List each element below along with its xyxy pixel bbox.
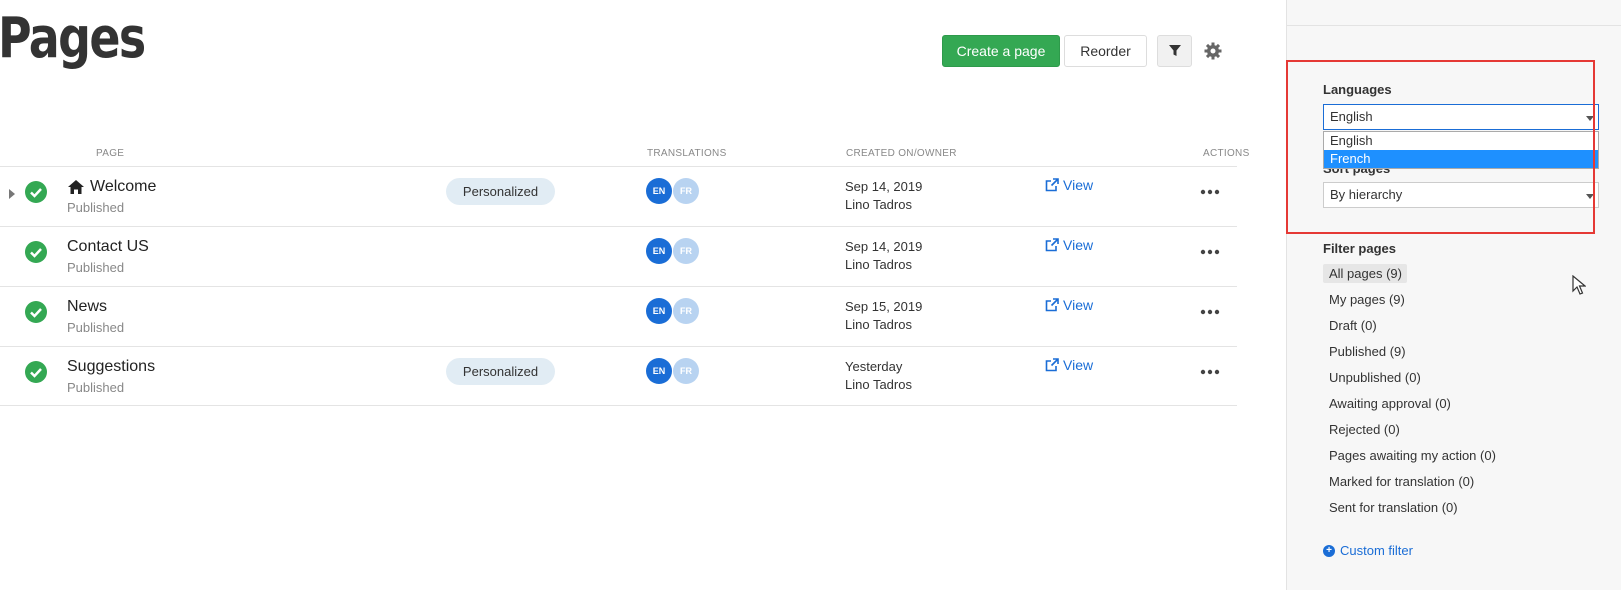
created-owner: Lino Tadros <box>845 197 912 212</box>
languages-select-value: English <box>1330 109 1373 124</box>
page-status: Published <box>67 380 125 395</box>
page-title-cell[interactable]: Welcome <box>67 178 156 196</box>
created-info: Sep 14, 2019 Lino Tadros <box>845 178 922 214</box>
table-row[interactable]: Welcome Published Personalized EN FR Sep… <box>0 166 1237 226</box>
created-owner: Lino Tadros <box>845 257 912 272</box>
custom-filter-label[interactable]: Custom filter <box>1340 543 1413 558</box>
page-status: Published <box>67 200 125 215</box>
filter-all-pages[interactable]: All pages (9) <box>1323 264 1407 283</box>
column-header-actions: ACTIONS <box>1203 148 1250 159</box>
sort-pages-select-value: By hierarchy <box>1330 187 1403 202</box>
external-link-icon <box>1045 238 1059 252</box>
created-info: Sep 15, 2019 Lino Tadros <box>845 298 922 334</box>
published-check-icon <box>25 241 47 263</box>
reorder-button[interactable]: Reorder <box>1064 35 1147 67</box>
page-title: Pages <box>0 6 146 71</box>
created-date: Yesterday <box>845 359 903 374</box>
created-owner: Lino Tadros <box>845 377 912 392</box>
filter-published[interactable]: Published (9) <box>1323 342 1411 361</box>
filter-button[interactable] <box>1157 35 1192 67</box>
filter-sent-for-translation[interactable]: Sent for translation (0) <box>1323 498 1463 517</box>
page-name[interactable]: Suggestions <box>67 358 155 376</box>
table-row[interactable]: News Published EN FR Sep 15, 2019 Lino T… <box>0 286 1237 346</box>
view-link[interactable]: View <box>1045 357 1093 373</box>
column-header-created: CREATED ON/OWNER <box>846 148 957 159</box>
created-date: Sep 14, 2019 <box>845 179 923 194</box>
page-title-cell[interactable]: News <box>67 298 107 316</box>
more-actions-icon[interactable] <box>1200 369 1220 375</box>
plus-circle-icon: + <box>1323 544 1335 557</box>
language-badge-en[interactable]: EN <box>646 298 672 324</box>
page-title-cell[interactable]: Contact US <box>67 238 149 256</box>
personalized-badge: Personalized <box>446 358 555 385</box>
page-status: Published <box>67 260 125 275</box>
language-option-english[interactable]: English <box>1324 132 1598 150</box>
more-actions-icon[interactable] <box>1200 189 1220 195</box>
view-label[interactable]: View <box>1063 177 1093 193</box>
filter-awaiting-approval[interactable]: Awaiting approval (0) <box>1323 394 1456 413</box>
home-icon <box>68 180 84 194</box>
filter-sidebar: Languages English Sort pages By hierarch… <box>1286 0 1621 590</box>
language-option-french[interactable]: French <box>1324 150 1598 168</box>
published-check-icon <box>25 181 47 203</box>
more-actions-icon[interactable] <box>1200 249 1220 255</box>
created-owner: Lino Tadros <box>845 317 912 332</box>
created-info: Yesterday Lino Tadros <box>845 358 912 394</box>
expand-caret-icon[interactable] <box>9 189 15 199</box>
language-badge-fr[interactable]: FR <box>673 178 699 204</box>
language-badge-fr[interactable]: FR <box>673 238 699 264</box>
language-badge-fr[interactable]: FR <box>673 298 699 324</box>
view-link[interactable]: View <box>1045 237 1093 253</box>
languages-dropdown[interactable]: English French <box>1323 131 1599 169</box>
language-badge-en[interactable]: EN <box>646 178 672 204</box>
filter-pages-label: Filter pages <box>1323 241 1396 256</box>
sidebar-divider <box>1287 25 1621 26</box>
mouse-cursor-icon <box>1572 275 1586 295</box>
external-link-icon <box>1045 178 1059 192</box>
view-label[interactable]: View <box>1063 357 1093 373</box>
table-row[interactable]: Contact US Published EN FR Sep 14, 2019 … <box>0 226 1237 286</box>
column-header-translations: TRANSLATIONS <box>647 148 727 159</box>
view-label[interactable]: View <box>1063 297 1093 313</box>
external-link-icon <box>1045 298 1059 312</box>
gear-icon[interactable] <box>1203 41 1223 61</box>
page-name[interactable]: Welcome <box>90 178 156 196</box>
page-name[interactable]: News <box>67 298 107 316</box>
created-info: Sep 14, 2019 Lino Tadros <box>845 238 922 274</box>
main-content: Pages Create a page Reorder PAGE TRANSLA… <box>0 0 1286 590</box>
more-actions-icon[interactable] <box>1200 309 1220 315</box>
custom-filter-link[interactable]: + Custom filter <box>1323 543 1413 558</box>
page-name[interactable]: Contact US <box>67 238 149 256</box>
page-status: Published <box>67 320 125 335</box>
column-header-page: PAGE <box>96 148 125 159</box>
page-title-cell[interactable]: Suggestions <box>67 358 155 376</box>
language-badge-en[interactable]: EN <box>646 238 672 264</box>
published-check-icon <box>25 301 47 323</box>
language-badge-en[interactable]: EN <box>646 358 672 384</box>
filter-icon <box>1168 45 1181 56</box>
published-check-icon <box>25 361 47 383</box>
view-label[interactable]: View <box>1063 237 1093 253</box>
chevron-down-icon <box>1586 116 1594 121</box>
sort-pages-select[interactable]: By hierarchy <box>1323 182 1599 208</box>
view-link[interactable]: View <box>1045 177 1093 193</box>
language-badge-fr[interactable]: FR <box>673 358 699 384</box>
filter-unpublished[interactable]: Unpublished (0) <box>1323 368 1426 387</box>
filter-draft[interactable]: Draft (0) <box>1323 316 1382 335</box>
chevron-down-icon <box>1586 194 1594 199</box>
created-date: Sep 15, 2019 <box>845 299 923 314</box>
created-date: Sep 14, 2019 <box>845 239 923 254</box>
filter-rejected[interactable]: Rejected (0) <box>1323 420 1405 439</box>
filter-my-pages[interactable]: My pages (9) <box>1323 290 1410 309</box>
external-link-icon <box>1045 358 1059 372</box>
languages-label: Languages <box>1323 82 1392 97</box>
view-link[interactable]: View <box>1045 297 1093 313</box>
languages-select[interactable]: English <box>1323 104 1599 130</box>
filter-awaiting-my-action[interactable]: Pages awaiting my action (0) <box>1323 446 1501 465</box>
table-row[interactable]: Suggestions Published Personalized EN FR… <box>0 346 1237 406</box>
filter-marked-for-translation[interactable]: Marked for translation (0) <box>1323 472 1479 491</box>
personalized-badge: Personalized <box>446 178 555 205</box>
create-page-button[interactable]: Create a page <box>942 35 1060 67</box>
